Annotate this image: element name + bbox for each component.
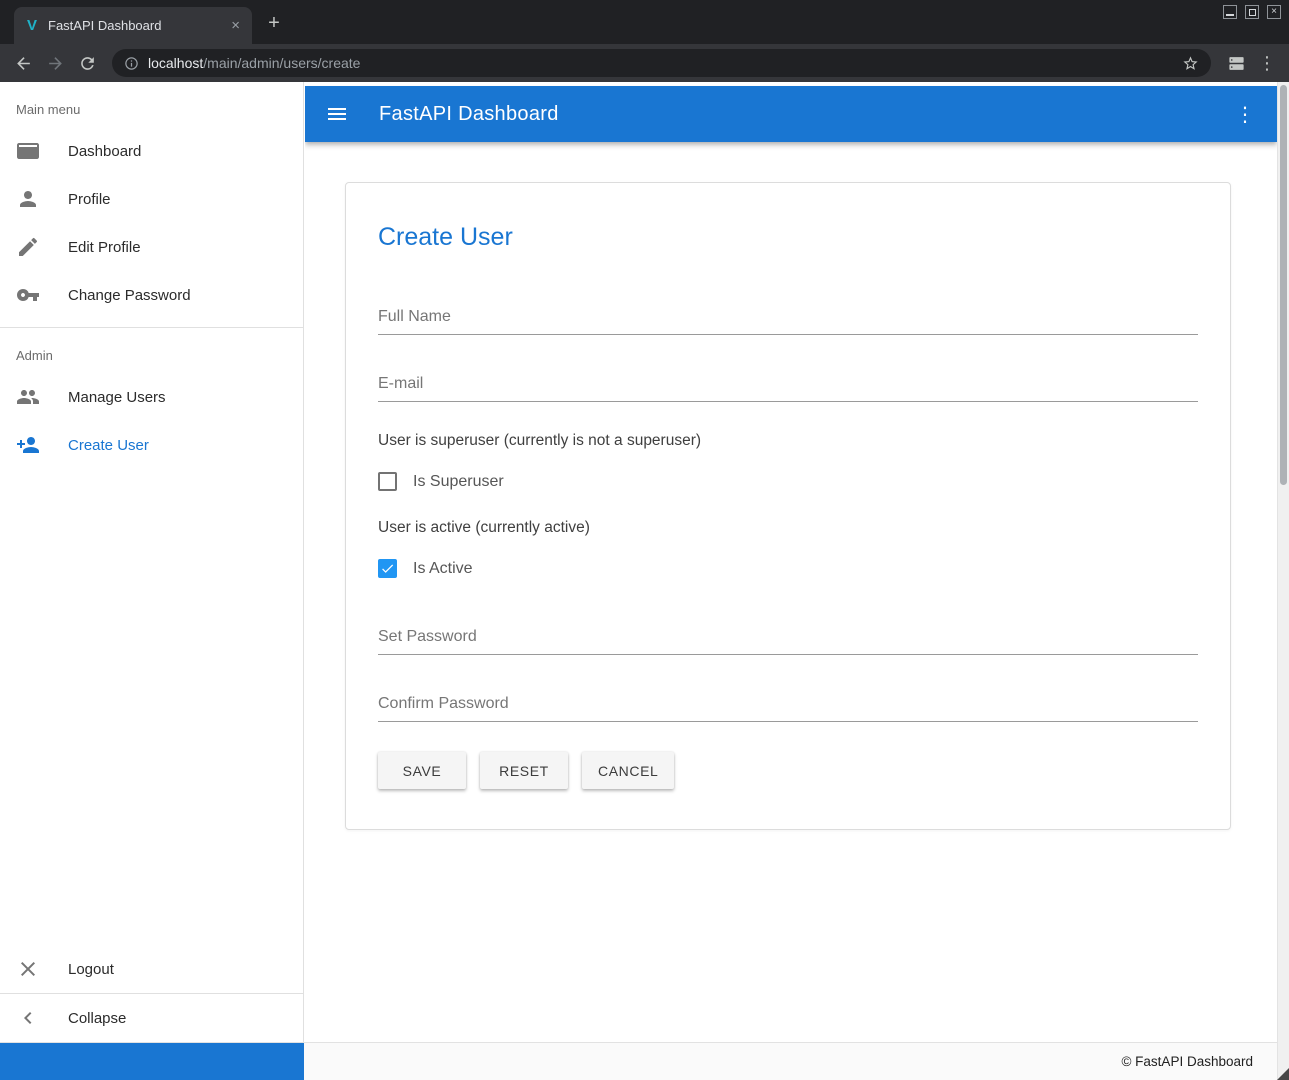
sidebar-section-main-menu: Main menu bbox=[0, 82, 303, 127]
reload-button[interactable] bbox=[72, 48, 102, 78]
browser-window: V FastAPI Dashboard × + × localhost/main… bbox=[0, 0, 1289, 1080]
tab-close-icon[interactable]: × bbox=[229, 17, 242, 34]
is-superuser-checkbox[interactable] bbox=[378, 472, 397, 491]
resize-grip-icon bbox=[1277, 1068, 1289, 1080]
window-controls: × bbox=[1223, 5, 1281, 19]
browser-menu-button[interactable]: ⋮ bbox=[1253, 53, 1281, 74]
vuetify-favicon-icon: V bbox=[24, 17, 40, 34]
forward-button[interactable] bbox=[40, 48, 70, 78]
back-button[interactable] bbox=[8, 48, 38, 78]
sidebar-item-label: Logout bbox=[68, 961, 114, 978]
page-footer: © FastAPI Dashboard bbox=[0, 1042, 1277, 1080]
sidebar-item-dashboard[interactable]: Dashboard bbox=[0, 127, 303, 175]
is-active-checkbox[interactable] bbox=[378, 559, 397, 578]
superuser-checkbox-row: Is Superuser bbox=[378, 472, 1198, 491]
email-input[interactable] bbox=[378, 365, 1198, 402]
people-icon bbox=[16, 385, 40, 409]
reload-icon bbox=[78, 54, 97, 73]
save-button[interactable]: SAVE bbox=[378, 752, 466, 789]
sidebar-item-label: Create User bbox=[68, 437, 149, 454]
sidebar-item-label: Profile bbox=[68, 191, 111, 208]
person-icon bbox=[16, 187, 40, 211]
url-path: /main/admin/users/create bbox=[203, 55, 360, 71]
chevron-left-icon bbox=[16, 1006, 40, 1030]
cancel-button[interactable]: CANCEL bbox=[582, 752, 674, 789]
confirm-password-field-wrap bbox=[378, 685, 1198, 722]
minimize-button[interactable] bbox=[1223, 5, 1237, 19]
browser-titlebar: V FastAPI Dashboard × + × bbox=[0, 0, 1289, 44]
site-info-icon[interactable] bbox=[124, 56, 139, 71]
url-host: localhost bbox=[148, 55, 203, 71]
address-bar[interactable]: localhost/main/admin/users/create bbox=[112, 49, 1211, 77]
tab-title: FastAPI Dashboard bbox=[48, 18, 221, 33]
maximize-icon bbox=[1249, 9, 1256, 16]
sidebar-item-label: Dashboard bbox=[68, 143, 141, 160]
sidebar-item-collapse[interactable]: Collapse bbox=[0, 994, 303, 1042]
browser-tab[interactable]: V FastAPI Dashboard × bbox=[14, 7, 252, 44]
page-viewport: Main menu Dashboard Profile Edit Profile… bbox=[0, 82, 1289, 1080]
create-user-card: Create User User is superuser (currently… bbox=[345, 182, 1231, 830]
person-add-icon bbox=[16, 433, 40, 457]
app-bar-title: FastAPI Dashboard bbox=[379, 103, 559, 126]
page-title: Create User bbox=[378, 223, 1198, 252]
back-arrow-icon bbox=[14, 54, 33, 73]
sidebar: Main menu Dashboard Profile Edit Profile… bbox=[0, 82, 304, 1042]
form-buttons: SAVE RESET CANCEL bbox=[378, 752, 1198, 789]
new-tab-button[interactable]: + bbox=[262, 11, 286, 35]
sidebar-section-admin: Admin bbox=[0, 328, 303, 373]
sidebar-item-create-user[interactable]: Create User bbox=[0, 421, 303, 469]
extension-button[interactable] bbox=[1221, 48, 1251, 78]
sidebar-item-change-password[interactable]: Change Password bbox=[0, 271, 303, 319]
active-hint: User is active (currently active) bbox=[378, 519, 1198, 537]
check-icon bbox=[380, 561, 395, 576]
close-x-icon bbox=[16, 957, 40, 981]
footer-primary-block bbox=[0, 1043, 304, 1080]
superuser-checkbox-label: Is Superuser bbox=[413, 473, 504, 491]
superuser-hint: User is superuser (currently is not a su… bbox=[378, 432, 1198, 450]
full-name-input[interactable] bbox=[378, 298, 1198, 335]
sidebar-item-label: Manage Users bbox=[68, 389, 166, 406]
hamburger-menu-icon[interactable] bbox=[325, 102, 349, 126]
main-content: FastAPI Dashboard ⋮ Create User User is … bbox=[305, 82, 1277, 1042]
sidebar-item-manage-users[interactable]: Manage Users bbox=[0, 373, 303, 421]
url-text: localhost/main/admin/users/create bbox=[148, 55, 360, 71]
minimize-icon bbox=[1226, 14, 1234, 16]
active-checkbox-label: Is Active bbox=[413, 560, 473, 578]
app-bar: FastAPI Dashboard ⋮ bbox=[305, 86, 1277, 142]
sidebar-item-label: Collapse bbox=[68, 1010, 126, 1027]
sidebar-item-label: Edit Profile bbox=[68, 239, 141, 256]
active-checkbox-row: Is Active bbox=[378, 559, 1198, 578]
reset-button[interactable]: RESET bbox=[480, 752, 568, 789]
scrollbar-thumb[interactable] bbox=[1280, 85, 1287, 485]
key-icon bbox=[16, 283, 40, 307]
proxy-extension-icon bbox=[1227, 54, 1246, 73]
pencil-icon bbox=[16, 235, 40, 259]
bookmark-star-icon[interactable] bbox=[1182, 55, 1199, 72]
app-bar-menu-button[interactable]: ⋮ bbox=[1233, 102, 1257, 127]
footer-copyright: © FastAPI Dashboard bbox=[304, 1054, 1277, 1069]
close-window-button[interactable]: × bbox=[1267, 5, 1281, 19]
email-field-wrap bbox=[378, 365, 1198, 402]
forward-arrow-icon bbox=[46, 54, 65, 73]
maximize-button[interactable] bbox=[1245, 5, 1259, 19]
sidebar-item-label: Change Password bbox=[68, 287, 191, 304]
browser-toolbar: localhost/main/admin/users/create ⋮ bbox=[0, 44, 1289, 82]
set-password-input[interactable] bbox=[378, 618, 1198, 655]
sidebar-item-logout[interactable]: Logout bbox=[0, 945, 303, 993]
sidebar-item-profile[interactable]: Profile bbox=[0, 175, 303, 223]
confirm-password-input[interactable] bbox=[378, 685, 1198, 722]
sidebar-bottom: Logout Collapse bbox=[0, 945, 303, 1042]
dashboard-icon bbox=[16, 139, 40, 163]
set-password-field-wrap bbox=[378, 618, 1198, 655]
full-name-field-wrap bbox=[378, 298, 1198, 335]
sidebar-item-edit-profile[interactable]: Edit Profile bbox=[0, 223, 303, 271]
page-scrollbar[interactable] bbox=[1277, 82, 1289, 1080]
